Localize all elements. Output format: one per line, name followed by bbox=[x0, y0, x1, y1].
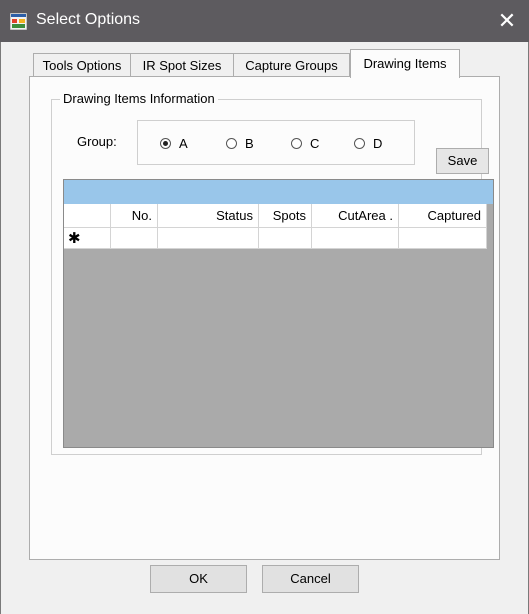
radio-unselected-icon bbox=[226, 138, 237, 149]
tab-label: Tools Options bbox=[42, 58, 122, 73]
close-button[interactable]: ✕ bbox=[485, 0, 529, 42]
radio-group-b[interactable]: B bbox=[226, 136, 254, 151]
tab-label: IR Spot Sizes bbox=[142, 58, 222, 73]
group-label: Group: bbox=[77, 134, 117, 149]
groupbox-label: Drawing Items Information bbox=[60, 91, 218, 106]
new-row-icon: ✱ bbox=[64, 228, 111, 249]
tab-ir-spot-sizes[interactable]: IR Spot Sizes bbox=[130, 53, 234, 77]
cell-captured[interactable] bbox=[399, 228, 487, 249]
tab-label: Capture Groups bbox=[245, 58, 338, 73]
window-title: Select Options bbox=[36, 11, 141, 28]
cell-status[interactable] bbox=[158, 228, 259, 249]
radio-group-c[interactable]: C bbox=[291, 136, 319, 151]
close-icon: ✕ bbox=[497, 8, 517, 33]
column-header-cutarea[interactable]: CutArea . bbox=[312, 204, 399, 228]
radio-label: A bbox=[179, 136, 188, 151]
radio-unselected-icon bbox=[354, 138, 365, 149]
column-header-spots[interactable]: Spots bbox=[259, 204, 312, 228]
drawing-items-grid[interactable]: No. Status Spots CutArea . Captured ✱ bbox=[63, 179, 494, 448]
radio-label: B bbox=[245, 136, 254, 151]
tab-label: Drawing Items bbox=[363, 56, 447, 71]
radio-label: D bbox=[373, 136, 383, 151]
cell-spots[interactable] bbox=[259, 228, 312, 249]
grid-caption-bar bbox=[64, 180, 493, 204]
column-header-no[interactable]: No. bbox=[111, 204, 158, 228]
radio-label: C bbox=[310, 136, 320, 151]
cell-no[interactable] bbox=[111, 228, 158, 249]
radio-group-a[interactable]: A bbox=[160, 136, 188, 151]
radio-selected-icon bbox=[160, 138, 171, 149]
app-window-icon bbox=[10, 13, 27, 30]
radio-group-d[interactable]: D bbox=[354, 136, 382, 151]
column-header-captured[interactable]: Captured bbox=[399, 204, 487, 228]
tab-tools-options[interactable]: Tools Options bbox=[33, 53, 131, 77]
tab-drawing-items[interactable]: Drawing Items bbox=[350, 49, 460, 78]
grid-new-row[interactable]: ✱ bbox=[64, 228, 487, 249]
column-header-status[interactable]: Status bbox=[158, 204, 259, 228]
radio-unselected-icon bbox=[291, 138, 302, 149]
cell-cutarea[interactable] bbox=[312, 228, 399, 249]
cancel-button[interactable]: Cancel bbox=[262, 565, 359, 593]
tab-capture-groups[interactable]: Capture Groups bbox=[233, 53, 350, 77]
save-button[interactable]: Save bbox=[436, 148, 489, 174]
ok-button[interactable]: OK bbox=[150, 565, 247, 593]
title-bar: Select Options ✕ bbox=[0, 0, 529, 42]
grid-row-header-corner bbox=[64, 204, 111, 228]
group-radio-box: A B C D bbox=[137, 120, 415, 165]
window-frame-left bbox=[0, 42, 1, 614]
grid-header-row: No. Status Spots CutArea . Captured bbox=[64, 204, 487, 228]
